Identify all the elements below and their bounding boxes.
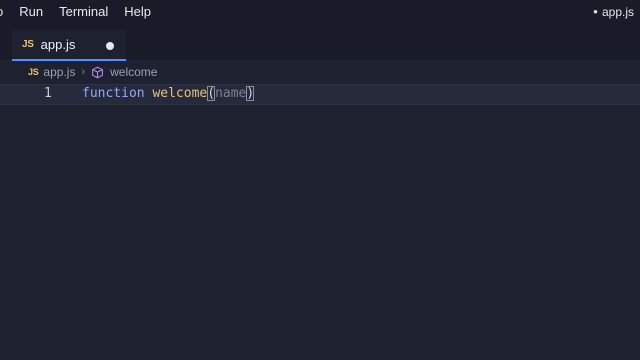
unsaved-changes-icon[interactable] — [106, 42, 114, 50]
js-file-icon: JS — [22, 39, 34, 50]
menu-terminal[interactable]: Terminal — [51, 0, 116, 24]
close-paren-token: ) — [246, 86, 255, 101]
function-name-token: welcome — [152, 86, 208, 101]
tab-app-js[interactable]: JS app.js — [12, 30, 126, 61]
menu-go[interactable]: o — [0, 0, 11, 24]
menu-run[interactable]: Run — [11, 0, 51, 24]
tab-bar: JS app.js — [0, 24, 640, 61]
tab-label: app.js — [40, 37, 76, 52]
window-title-label: app.js — [601, 5, 634, 19]
breadcrumb-file[interactable]: app.js — [43, 65, 75, 79]
breadcrumb-symbol[interactable]: welcome — [110, 65, 157, 79]
menu-help[interactable]: Help — [116, 0, 159, 24]
open-paren-token: ( — [207, 86, 216, 101]
line-number: 1 — [44, 86, 52, 101]
menu-bar: o Run Terminal Help ● app.js — [0, 0, 640, 24]
chevron-right-icon: › — [81, 66, 86, 78]
code-line[interactable]: function welcome ( name ) — [82, 86, 255, 101]
window-title: ● app.js — [593, 0, 634, 24]
unsaved-dot-icon: ● — [593, 7, 598, 16]
keyword-token: function — [82, 86, 145, 101]
code-editor[interactable]: 1 function welcome ( name ) — [0, 83, 640, 360]
parameter-token: name — [215, 86, 247, 101]
breadcrumb: JS app.js › welcome — [28, 62, 157, 82]
cube-icon — [91, 66, 104, 79]
js-file-icon: JS — [28, 67, 39, 77]
